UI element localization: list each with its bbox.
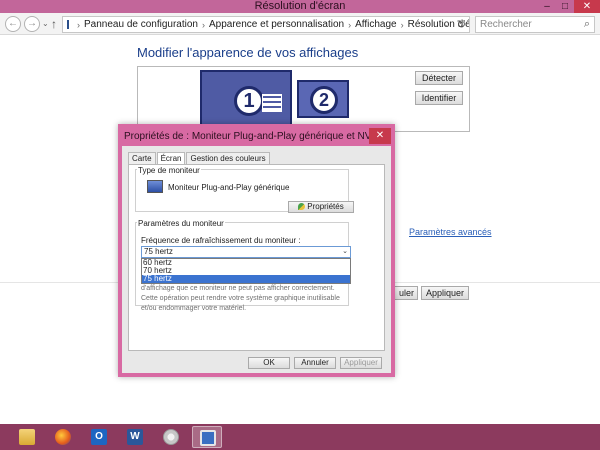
refresh-rate-select[interactable]: 75 hertz ⌄	[141, 246, 351, 258]
detect-button[interactable]: Détecter	[415, 71, 463, 85]
recent-locations-icon[interactable]: ⌄	[42, 19, 49, 28]
refresh-rate-label: Fréquence de rafraîchissement du moniteu…	[141, 236, 301, 245]
maximize-button[interactable]: □	[556, 0, 574, 13]
search-input[interactable]: Rechercher ⌕	[475, 16, 595, 33]
monitor-type-value: Moniteur Plug-and-Play générique	[168, 183, 290, 192]
monitor-type-label: Type de moniteur	[137, 166, 201, 175]
breadcrumb-control-panel[interactable]: Panneau de configuration	[84, 19, 198, 30]
firefox-icon	[55, 429, 71, 445]
option-70-hertz[interactable]: 70 hertz	[142, 267, 350, 275]
ok-button[interactable]: OK	[248, 357, 290, 369]
forward-arrow-icon[interactable]: →	[24, 16, 40, 32]
outlook-icon: O	[91, 429, 107, 445]
control-panel-icon	[67, 20, 69, 29]
dialog-tabs: Carte Écran Gestion des couleurs	[128, 152, 271, 164]
properties-dialog: Propriétés de : Moniteur Plug-and-Play g…	[118, 124, 395, 377]
word-icon: W	[127, 429, 143, 445]
breadcrumb-separator: ›	[348, 19, 352, 30]
dialog-cancel-button[interactable]: Annuler	[294, 357, 336, 369]
dialog-close-button[interactable]: ✕	[369, 128, 391, 144]
page-title: Modifier l'apparence de vos affichages	[137, 45, 359, 60]
tab-color-management[interactable]: Gestion des couleurs	[186, 152, 270, 164]
monitor-2[interactable]: 2	[297, 80, 349, 118]
taskbar-paint[interactable]	[156, 426, 186, 448]
close-button[interactable]: ✕	[574, 0, 600, 13]
breadcrumb-separator: ›	[400, 19, 404, 30]
identify-button[interactable]: Identifier	[415, 91, 463, 105]
navigation-bar: ← → ⌄ ↑ › Panneau de configuration › App…	[0, 13, 600, 35]
tab-screen[interactable]: Écran	[156, 152, 186, 164]
refresh-rate-options: 60 hertz 70 hertz 75 hertz	[141, 258, 351, 284]
address-dropdown-icon[interactable]: ⌄	[443, 19, 451, 30]
window-title: Résolution d'écran	[254, 0, 346, 12]
taskbar-file-explorer[interactable]	[12, 426, 42, 448]
folder-icon	[19, 429, 35, 445]
taskbar-firefox[interactable]	[48, 426, 78, 448]
window-titlebar: Résolution d'écran – □ ✕	[0, 0, 600, 13]
back-arrow-icon[interactable]: ←	[5, 16, 21, 32]
monitor-settings-label: Paramètres du moniteur	[137, 219, 225, 228]
taskbar-word[interactable]: W	[120, 426, 150, 448]
monitor-1[interactable]: 1	[200, 70, 292, 132]
monitor-number-1: 1	[234, 86, 264, 116]
monitor-number-2: 2	[310, 86, 338, 114]
paint-icon	[163, 429, 179, 445]
apply-button[interactable]: Appliquer	[421, 286, 469, 300]
properties-button[interactable]: Propriétés	[288, 201, 354, 213]
search-placeholder: Rechercher	[480, 19, 532, 30]
properties-label: Propriétés	[307, 202, 344, 211]
breadcrumb-appearance[interactable]: Apparence et personnalisation	[209, 19, 344, 30]
up-arrow-icon[interactable]: ↑	[51, 17, 57, 31]
taskbar: O W	[0, 424, 600, 450]
advanced-settings-link[interactable]: Paramètres avancés	[409, 227, 492, 237]
option-75-hertz[interactable]: 75 hertz	[142, 275, 350, 283]
refresh-warning-text: d'affichage que ce moniteur ne peut pas …	[141, 285, 340, 312]
taskbar-display-settings[interactable]	[192, 426, 222, 448]
minimize-button[interactable]: –	[538, 0, 556, 13]
dialog-apply-button[interactable]: Appliquer	[340, 357, 382, 369]
screen-tab-panel: Type de moniteur Moniteur Plug-and-Play …	[128, 164, 385, 351]
refresh-icon[interactable]: ↻	[457, 18, 466, 31]
breadcrumb-separator: ›	[201, 19, 205, 30]
refresh-rate-value: 75 hertz	[144, 247, 173, 256]
option-60-hertz[interactable]: 60 hertz	[142, 259, 350, 267]
uac-shield-icon	[298, 203, 306, 210]
taskbar-outlook[interactable]: O	[84, 426, 114, 448]
search-icon[interactable]: ⌕	[584, 18, 590, 31]
start-screen-icon	[262, 94, 282, 112]
chevron-down-icon: ⌄	[342, 248, 348, 255]
monitor-icon	[147, 180, 163, 193]
breadcrumb-separator: ›	[77, 19, 80, 30]
tab-adapter[interactable]: Carte	[128, 152, 156, 164]
display-settings-icon	[200, 430, 216, 446]
address-bar[interactable]: › Panneau de configuration › Apparence e…	[62, 16, 470, 33]
dialog-title: Propriétés de : Moniteur Plug-and-Play g…	[122, 128, 391, 146]
breadcrumb-display[interactable]: Affichage	[355, 19, 397, 30]
